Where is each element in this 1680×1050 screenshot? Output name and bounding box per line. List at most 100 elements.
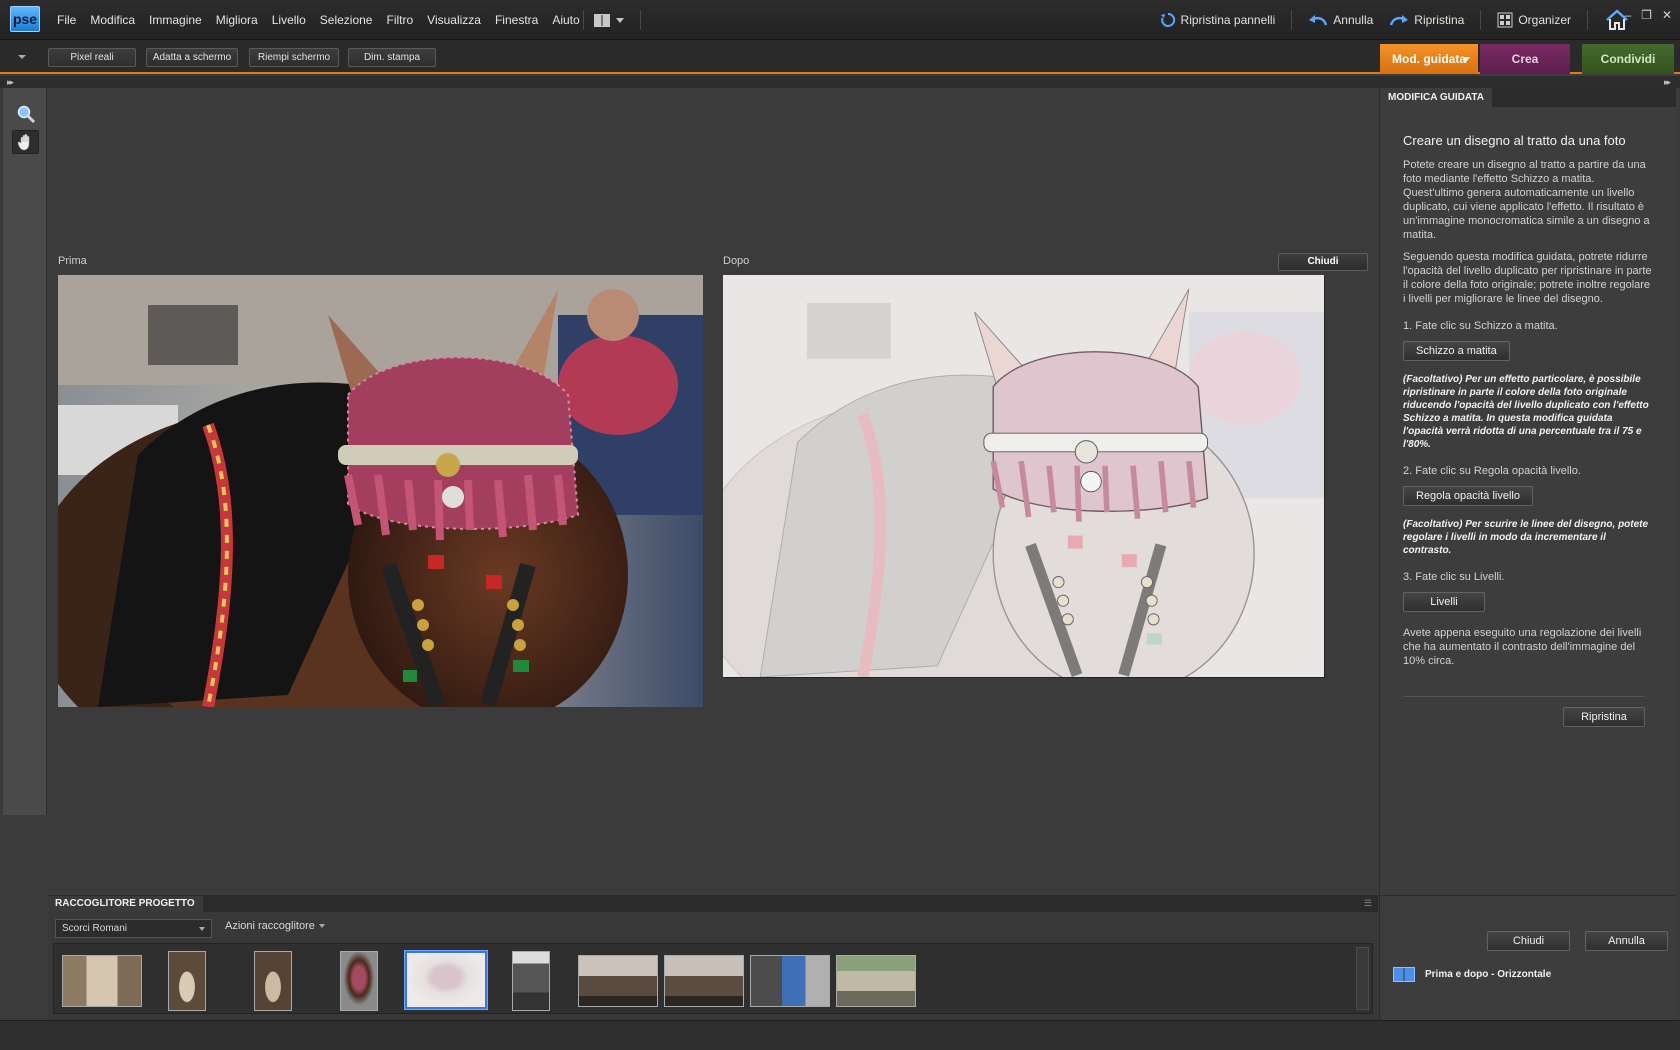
after-label: Dopo bbox=[723, 255, 750, 267]
optional-note-2: (Facoltativo) Per scurire le linee del d… bbox=[1403, 519, 1649, 556]
arrange-layout-button[interactable] bbox=[594, 11, 634, 29]
undo-label: Annulla bbox=[1333, 13, 1374, 27]
guided-edit-footer: Chiudi Annulla Prima e dopo - Orizzontal… bbox=[1379, 895, 1675, 1020]
cancel-button[interactable]: Annulla bbox=[1585, 931, 1668, 951]
guided-edit-panel: MODIFICA GUIDATA Creare un disegno al tr… bbox=[1379, 88, 1676, 895]
thumbnail[interactable] bbox=[512, 951, 550, 1011]
menu-aiuto[interactable]: Aiuto bbox=[545, 13, 586, 27]
tab-share[interactable]: Condividi bbox=[1582, 44, 1674, 74]
thumbnail-selected[interactable] bbox=[405, 951, 487, 1009]
tab-guided-edit[interactable]: Mod. guidata bbox=[1380, 44, 1478, 74]
panel-divider bbox=[1403, 696, 1645, 697]
view-mode-label: Prima e dopo - Orizzontale bbox=[1425, 969, 1552, 980]
intro-paragraph-2: Seguendo questa modifica guidata, potret… bbox=[1403, 251, 1652, 305]
guided-edit-content: Creare un disegno al tratto da una foto … bbox=[1403, 133, 1653, 727]
intro-paragraph-1: Potete creare un disegno al tratto a par… bbox=[1403, 159, 1650, 241]
tools-panel-spacer bbox=[3, 815, 47, 895]
toolbar-separator bbox=[1587, 10, 1588, 30]
step-1-text: 1. Fate clic su Schizzo a matita. bbox=[1403, 320, 1558, 332]
tab-create[interactable]: Crea bbox=[1480, 44, 1570, 74]
panel-tab-row: MODIFICA GUIDATA bbox=[1380, 88, 1676, 107]
reset-panels-icon bbox=[1160, 12, 1175, 27]
thumbnail[interactable] bbox=[836, 955, 916, 1007]
expand-arrows-icon[interactable]: ▸▸ bbox=[7, 77, 14, 88]
zoom-tool[interactable] bbox=[12, 102, 39, 126]
fill-screen-button[interactable]: Riempi schermo bbox=[249, 48, 339, 67]
after-photo[interactable] bbox=[723, 275, 1324, 677]
thumbnail-scrollbar[interactable] bbox=[1356, 947, 1369, 1010]
guided-edit-title: Creare un disegno al tratto da una foto bbox=[1403, 133, 1626, 148]
panel-collapse-strip: ▸▸ ▸▸ bbox=[0, 76, 1680, 88]
app-logo: pse bbox=[10, 6, 40, 32]
step-2-text: 2. Fate clic su Regola opacità livello. bbox=[1403, 465, 1581, 477]
close-icon[interactable]: ✕ bbox=[1662, 8, 1672, 22]
window-controls: – ❐ ✕ bbox=[1624, 8, 1672, 22]
thumbnail[interactable] bbox=[750, 955, 830, 1007]
chevron-down-icon bbox=[318, 924, 325, 929]
restore-icon[interactable]: ❐ bbox=[1641, 8, 1652, 22]
chevron-down-icon bbox=[199, 927, 205, 931]
bin-actions-menu[interactable]: Azioni raccoglitore bbox=[225, 920, 325, 932]
redo-label: Ripristina bbox=[1414, 13, 1465, 27]
menu-selezione[interactable]: Selezione bbox=[313, 13, 380, 27]
actual-pixels-button[interactable]: Pixel reali bbox=[48, 48, 136, 67]
reset-row: Ripristina bbox=[1403, 707, 1645, 727]
reset-panels-button[interactable]: Ripristina pannelli bbox=[1160, 12, 1276, 28]
menu-visualizza[interactable]: Visualizza bbox=[420, 13, 488, 27]
menu-migliora[interactable]: Migliora bbox=[209, 13, 265, 27]
view-mode-option[interactable]: Prima e dopo - Orizzontale bbox=[1393, 967, 1551, 982]
thumbnail[interactable] bbox=[168, 951, 206, 1011]
undo-icon bbox=[1309, 15, 1328, 26]
menu-immagine[interactable]: Immagine bbox=[142, 13, 209, 27]
reset-panels-label: Ripristina pannelli bbox=[1180, 13, 1276, 27]
before-after-horizontal-icon bbox=[1393, 967, 1415, 982]
chevron-down-icon bbox=[616, 17, 624, 23]
thumbnail[interactable] bbox=[254, 951, 292, 1011]
levels-button[interactable]: Livelli bbox=[1403, 592, 1485, 612]
zoom-icon bbox=[17, 105, 35, 124]
close-before-after-button[interactable]: Chiudi bbox=[1278, 253, 1368, 271]
album-select[interactable]: Scorci Romani bbox=[55, 919, 212, 938]
step-3-text: 3. Fate clic su Livelli. bbox=[1403, 571, 1505, 583]
thumbnail[interactable] bbox=[664, 955, 744, 1007]
undo-button[interactable]: Annulla bbox=[1308, 13, 1373, 27]
menu-finestra[interactable]: Finestra bbox=[488, 13, 545, 27]
menu-modifica[interactable]: Modifica bbox=[83, 13, 142, 27]
thumbnail[interactable] bbox=[578, 955, 658, 1007]
before-label: Prima bbox=[58, 255, 87, 267]
panel-menu-icon[interactable]: ☰ bbox=[1364, 898, 1372, 909]
album-select-value: Scorci Romani bbox=[62, 923, 128, 934]
menu-file[interactable]: File bbox=[50, 13, 83, 27]
project-bin: RACCOGLITORE PROGETTO ☰ Scorci Romani Az… bbox=[48, 895, 1378, 1020]
toolbar-separator bbox=[1291, 10, 1293, 30]
reset-button[interactable]: Ripristina bbox=[1563, 707, 1645, 727]
status-bar bbox=[0, 1020, 1680, 1050]
before-photo[interactable] bbox=[58, 275, 703, 707]
hand-icon bbox=[17, 133, 29, 151]
project-bin-title: RACCOGLITORE PROGETTO bbox=[48, 896, 203, 912]
horse-photo-image bbox=[58, 275, 703, 707]
tab-guided-edit-panel[interactable]: MODIFICA GUIDATA bbox=[1380, 88, 1492, 107]
optional-note-1: (Facoltativo) Per un effetto particolare… bbox=[1403, 374, 1649, 450]
thumbnail-strip bbox=[53, 943, 1373, 1014]
bin-actions-label: Azioni raccoglitore bbox=[225, 920, 315, 932]
layer-opacity-button[interactable]: Regola opacità livello bbox=[1403, 486, 1533, 506]
tool-preset-chevron-icon[interactable] bbox=[18, 55, 26, 59]
options-bar: Pixel reali Adatta a schermo Riempi sche… bbox=[0, 40, 1680, 74]
menu-livello[interactable]: Livello bbox=[265, 13, 313, 27]
expand-arrows-icon[interactable]: ▸▸ bbox=[1664, 77, 1671, 88]
right-toolbar: Ripristina pannelli Annulla Ripristina O… bbox=[1160, 0, 1630, 40]
thumbnail[interactable] bbox=[340, 951, 378, 1011]
fit-screen-button[interactable]: Adatta a schermo bbox=[146, 48, 238, 67]
print-size-button[interactable]: Dim. stampa bbox=[348, 48, 436, 67]
menu-filtro[interactable]: Filtro bbox=[379, 13, 420, 27]
done-button[interactable]: Chiudi bbox=[1487, 931, 1570, 951]
organizer-label: Organizer bbox=[1518, 13, 1571, 27]
hand-tool[interactable] bbox=[12, 130, 39, 154]
sketch-photo-image bbox=[723, 275, 1324, 677]
pencil-sketch-button[interactable]: Schizzo a matita bbox=[1403, 341, 1510, 361]
minimize-icon[interactable]: – bbox=[1624, 8, 1631, 22]
organizer-button[interactable]: Organizer bbox=[1497, 12, 1571, 28]
redo-button[interactable]: Ripristina bbox=[1389, 13, 1464, 27]
thumbnail[interactable] bbox=[62, 955, 142, 1007]
